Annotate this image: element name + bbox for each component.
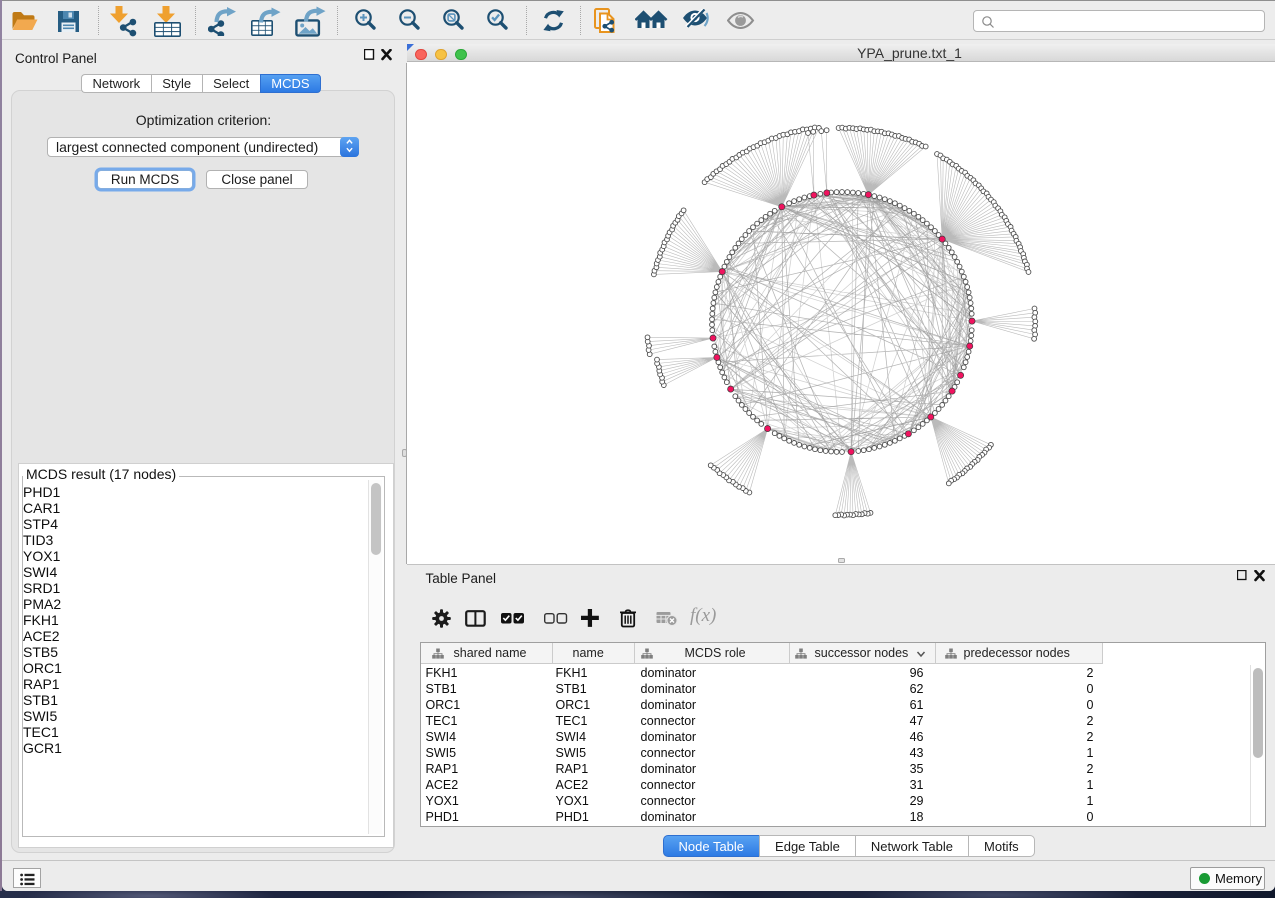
svg-text:f(x): f(x) <box>690 605 716 626</box>
